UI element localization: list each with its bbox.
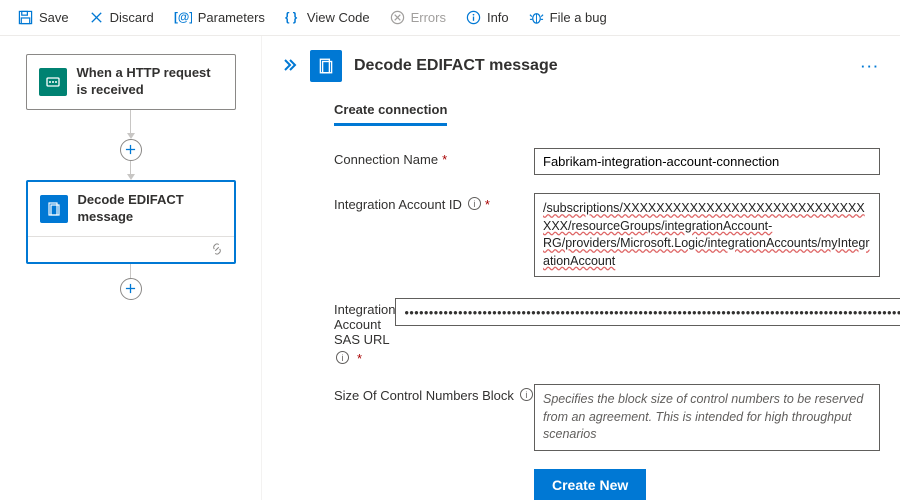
info-icon [466,10,481,25]
bug-icon [529,10,544,25]
save-button[interactable]: Save [10,6,77,29]
save-label: Save [39,10,69,25]
info-icon[interactable]: i [520,388,533,401]
info-button[interactable]: Info [458,6,517,29]
add-step-button[interactable] [120,278,142,300]
file-bug-label: File a bug [550,10,607,25]
connector-arrow-icon [127,133,135,139]
designer-canvas: When a HTTP request is received Decode E… [0,36,262,500]
action-node-title: Decode EDIFACT message [78,192,222,226]
errors-icon [390,10,405,25]
edifact-icon [310,50,342,82]
connector-line [130,110,131,134]
sas-url-input[interactable]: ••••••••••••••••••••••••••••••••••••••••… [395,298,900,326]
file-bug-button[interactable]: File a bug [521,6,615,29]
connector-line [130,161,131,175]
info-icon[interactable]: i [468,197,481,210]
info-label: Info [487,10,509,25]
http-trigger-icon [39,68,67,96]
trigger-node-title: When a HTTP request is received [77,65,223,99]
panel-title: Decode EDIFACT message [354,57,558,75]
integration-account-id-input[interactable]: /subscriptions/XXXXXXXXXXXXXXXXXXXXXXXXX… [534,193,880,277]
create-new-button[interactable]: Create New [534,469,646,500]
action-node-decode-edifact[interactable]: Decode EDIFACT message [26,180,236,264]
discard-icon [89,10,104,25]
collapse-panel-button[interactable] [282,58,298,75]
integration-account-id-label: Integration Account ID i * [334,193,534,212]
code-icon: { } [285,10,301,25]
parameters-label: Parameters [198,10,265,25]
block-size-input[interactable]: Specifies the block size of control numb… [534,384,880,451]
errors-button: Errors [382,6,454,29]
info-icon[interactable]: i [336,351,349,364]
edifact-icon [40,195,68,223]
tab-create-connection[interactable]: Create connection [334,102,447,126]
connector-arrow-icon [127,174,135,180]
connection-name-label: Connection Name* [334,148,534,167]
link-icon [210,242,224,259]
parameters-button[interactable]: [@] Parameters [166,6,273,29]
sas-url-label: Integration Account SAS URL i * [334,298,395,366]
discard-label: Discard [110,10,154,25]
panel-more-button[interactable]: ··· [861,59,880,74]
main: When a HTTP request is received Decode E… [0,36,900,500]
connector-line [130,264,131,278]
details-panel: Decode EDIFACT message ··· Create connec… [262,36,900,500]
add-step-button[interactable] [120,139,142,161]
save-icon [18,10,33,25]
block-size-label: Size Of Control Numbers Block i [334,384,534,403]
discard-button[interactable]: Discard [81,6,162,29]
view-code-label: View Code [307,10,370,25]
svg-text:{ }: { } [285,12,298,24]
toolbar: Save Discard [@] Parameters { } View Cod… [0,0,900,36]
trigger-node[interactable]: When a HTTP request is received [26,54,236,110]
parameters-icon: [@] [174,10,192,25]
svg-text:[@]: [@] [174,11,192,24]
view-code-button[interactable]: { } View Code [277,6,378,29]
errors-label: Errors [411,10,446,25]
connection-name-input[interactable] [534,148,880,175]
